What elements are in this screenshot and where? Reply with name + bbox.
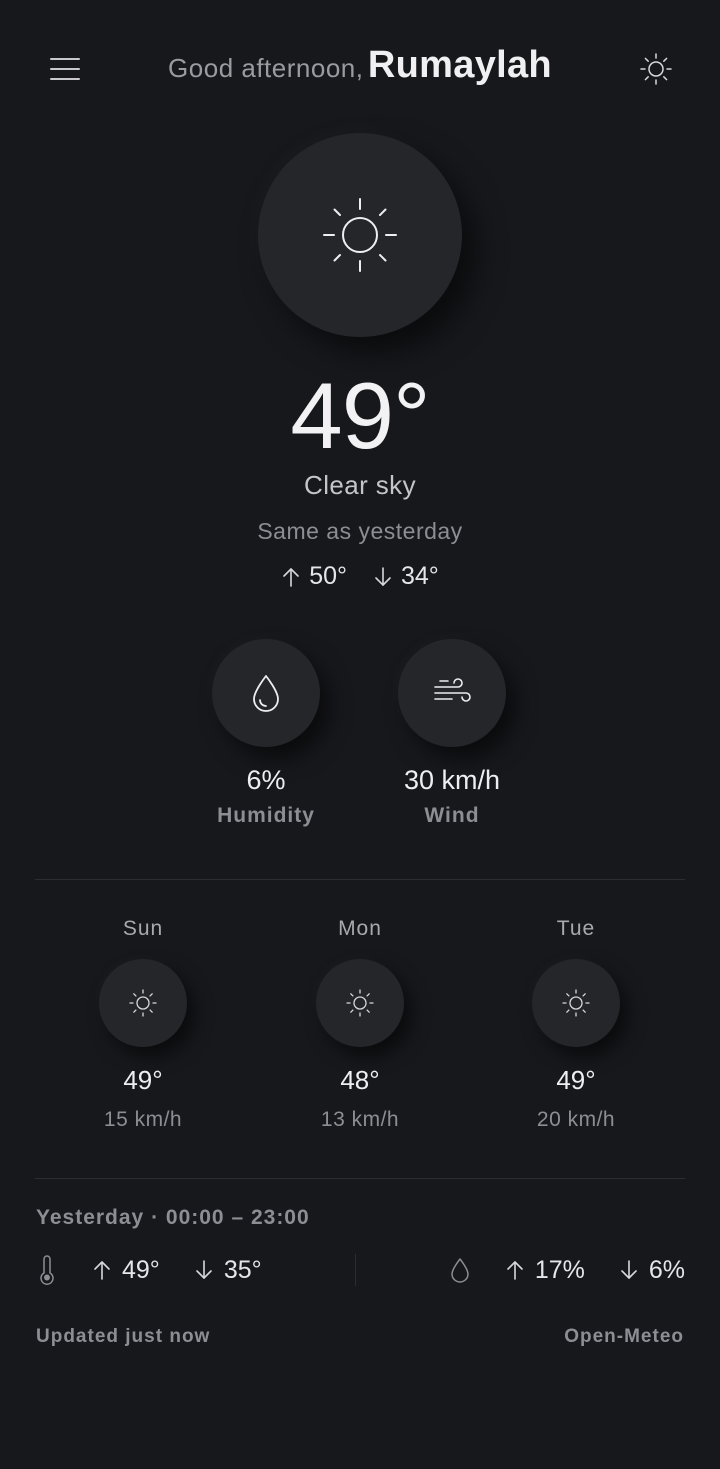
droplet-icon	[451, 1258, 469, 1283]
weather-screen: Good afternoon, Rumaylah 49° Clear sky S…	[0, 0, 720, 1469]
humidity-label: Humidity	[217, 804, 315, 827]
forecast-icon-badge	[532, 959, 620, 1047]
wind-label: Wind	[424, 804, 480, 827]
arrow-up-icon	[507, 1261, 523, 1280]
wind-value: 30 km/h	[403, 765, 501, 795]
yesterday-humidity: 17% 6%	[449, 1256, 685, 1285]
forecast-temp: 48°	[340, 1065, 380, 1095]
wind-icon	[434, 678, 471, 702]
sun-icon	[562, 989, 590, 1017]
droplet-icon	[253, 675, 279, 712]
arrow-down-icon	[621, 1260, 637, 1279]
thermometer-icon	[40, 1255, 54, 1285]
arrow-down-icon	[375, 566, 391, 586]
comparison-text: Same as yesterday	[257, 518, 463, 544]
divider	[35, 1178, 685, 1179]
yesterday-humidity-low: 6%	[648, 1255, 685, 1284]
forecast-temp: 49°	[556, 1065, 596, 1095]
divider	[354, 1254, 356, 1286]
low-temperature: 34°	[401, 562, 439, 590]
theme-toggle-button[interactable]	[636, 49, 676, 89]
divider	[35, 879, 685, 880]
forecast-day-label: Tue	[556, 917, 596, 940]
data-source-link[interactable]: Open-Meteo	[564, 1326, 684, 1348]
forecast-temp: 49°	[123, 1065, 163, 1095]
yesterday-humidity-high: 17%	[534, 1255, 585, 1284]
sun-icon	[323, 198, 397, 272]
forecast-wind: 20 km/h	[536, 1108, 616, 1131]
user-name: Rumaylah	[367, 44, 552, 86]
updated-status: Updated just now	[36, 1326, 211, 1347]
forecast-icon-badge	[99, 959, 187, 1047]
yesterday-title: Yesterday · 00:00 – 23:00	[36, 1206, 310, 1229]
forecast-wind: 13 km/h	[320, 1108, 400, 1131]
yesterday-temp-low: 35°	[223, 1255, 262, 1284]
sun-icon	[129, 989, 157, 1017]
forecast-wind: 15 km/h	[103, 1108, 183, 1131]
forecast-day-label: Mon	[338, 917, 382, 940]
current-temperature: 49°	[290, 363, 430, 468]
arrow-down-icon	[196, 1260, 212, 1279]
high-low-temps: 50° 34°	[0, 562, 720, 591]
current-weather-icon-badge	[258, 133, 462, 337]
humidity-value: 6%	[246, 765, 286, 795]
forecast-day-sun[interactable]: Sun 49° 15 km/h	[43, 917, 243, 1132]
forecast-day-label: Sun	[122, 917, 164, 940]
weather-condition: Clear sky	[304, 470, 416, 500]
wind-icon-badge	[398, 639, 506, 747]
yesterday-temperature: 49° 35°	[36, 1255, 262, 1285]
greeting-text: Good afternoon,	[168, 53, 364, 83]
high-temperature: 50°	[309, 562, 347, 590]
sun-icon	[346, 989, 374, 1017]
sun-icon	[640, 53, 672, 85]
humidity-metric: 6% Humidity	[166, 639, 366, 828]
yesterday-summary: 49° 35° 17% 6%	[36, 1252, 685, 1288]
wind-metric: 30 km/h Wind	[352, 639, 552, 828]
forecast-day-tue[interactable]: Tue 49° 20 km/h	[476, 917, 676, 1132]
arrow-up-icon	[94, 1261, 110, 1280]
yesterday-temp-high: 49°	[122, 1255, 160, 1284]
arrow-up-icon	[283, 567, 299, 587]
forecast-day-mon[interactable]: Mon 48° 13 km/h	[260, 917, 460, 1132]
humidity-icon-badge	[212, 639, 320, 747]
forecast-icon-badge	[316, 959, 404, 1047]
greeting: Good afternoon, Rumaylah	[0, 44, 720, 87]
